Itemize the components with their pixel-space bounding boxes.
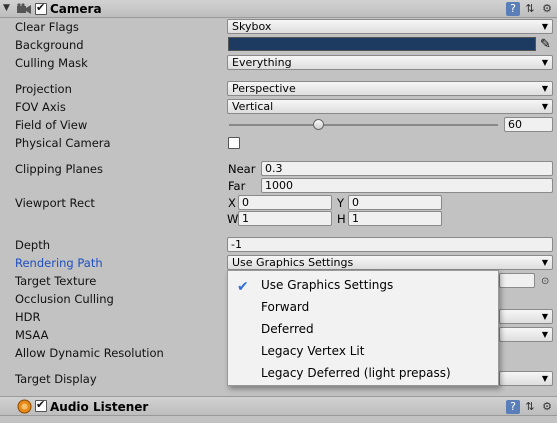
dropdown-arrow-icon: ▼ xyxy=(541,84,548,93)
menu-item-legacy-vertex-lit[interactable]: Legacy Vertex Lit xyxy=(261,344,364,358)
viewport-h-label: H xyxy=(337,212,346,226)
rendering-path-value: Use Graphics Settings xyxy=(232,256,354,269)
background-color-field[interactable] xyxy=(228,37,536,51)
rendering-path-menu: ✔ Use Graphics Settings Forward Deferred… xyxy=(227,270,499,386)
fov-axis-label: FOV Axis xyxy=(15,100,66,114)
field-of-view-slider-thumb[interactable] xyxy=(312,119,324,130)
hdr-label: HDR xyxy=(15,310,41,324)
menu-item-use-graphics-settings[interactable]: Use Graphics Settings xyxy=(261,278,393,292)
projection-value: Perspective xyxy=(232,82,296,95)
dropdown-arrow-icon: ▼ xyxy=(541,330,548,339)
occlusion-culling-label: Occlusion Culling xyxy=(15,292,114,306)
viewport-w-label: W xyxy=(227,212,239,226)
projection-dropdown[interactable]: Perspective ▼ xyxy=(227,81,553,96)
fov-axis-value: Vertical xyxy=(232,100,274,113)
help-book-icon[interactable]: ? xyxy=(506,400,520,414)
camera-title: Camera xyxy=(50,2,102,16)
dropdown-arrow-icon: ▼ xyxy=(541,258,548,267)
viewport-y-label: Y xyxy=(337,196,345,210)
target-display-dropdown[interactable]: ▼ xyxy=(499,371,553,386)
clear-flags-label: Clear Flags xyxy=(15,20,79,34)
camera-icon xyxy=(17,3,31,14)
gear-icon[interactable]: ⚙ xyxy=(540,400,554,414)
target-texture-field[interactable] xyxy=(499,273,535,288)
msaa-label: MSAA xyxy=(15,328,49,342)
viewport-y-input[interactable]: 0 xyxy=(348,195,442,210)
clear-flags-value: Skybox xyxy=(232,20,272,33)
dropdown-arrow-icon: ▼ xyxy=(541,102,548,111)
viewport-rect-label: Viewport Rect xyxy=(15,196,95,210)
field-of-view-input[interactable]: 60 xyxy=(504,117,553,132)
background-label: Background xyxy=(15,38,84,52)
hdr-dropdown[interactable]: ▼ xyxy=(499,309,553,324)
fold-arrow-icon[interactable]: ▼ xyxy=(3,3,10,13)
dropdown-arrow-icon: ▼ xyxy=(541,312,548,321)
menu-item-forward[interactable]: Forward xyxy=(261,300,309,314)
audio-listener-icon xyxy=(17,399,32,414)
presets-icon[interactable]: ⇅ xyxy=(523,2,537,16)
audio-listener-title: Audio Listener xyxy=(50,400,149,414)
culling-mask-label: Culling Mask xyxy=(15,56,88,70)
target-display-label: Target Display xyxy=(15,372,97,386)
clear-flags-dropdown[interactable]: Skybox ▼ xyxy=(227,19,553,34)
dropdown-arrow-icon: ▼ xyxy=(541,22,548,31)
camera-component-header[interactable]: ▼ Camera ? ⇅ ⚙ xyxy=(0,0,557,18)
allow-dynamic-resolution-label: Allow Dynamic Resolution xyxy=(15,346,164,360)
fov-axis-dropdown[interactable]: Vertical ▼ xyxy=(227,99,553,114)
projection-label: Projection xyxy=(15,82,72,96)
audio-listener-enabled-checkbox[interactable] xyxy=(35,398,47,412)
rendering-path-dropdown[interactable]: Use Graphics Settings ▼ xyxy=(227,255,553,270)
menu-item-deferred[interactable]: Deferred xyxy=(261,322,314,336)
physical-camera-label: Physical Camera xyxy=(15,136,111,150)
physical-camera-checkbox[interactable] xyxy=(228,137,240,149)
checkmark-icon: ✔ xyxy=(237,279,249,295)
clipping-planes-label: Clipping Planes xyxy=(15,162,103,176)
help-book-icon[interactable]: ? xyxy=(506,2,520,16)
far-label: Far xyxy=(228,179,246,193)
viewport-h-input[interactable]: 1 xyxy=(348,211,442,226)
near-input[interactable]: 0.3 xyxy=(261,161,553,176)
eyedropper-icon[interactable]: ✎ xyxy=(540,37,551,52)
gear-icon[interactable]: ⚙ xyxy=(540,2,554,16)
far-input[interactable]: 1000 xyxy=(261,178,553,193)
viewport-x-label: X xyxy=(228,196,236,210)
viewport-w-input[interactable]: 1 xyxy=(238,211,332,226)
dropdown-arrow-icon: ▼ xyxy=(541,58,548,67)
menu-item-legacy-deferred[interactable]: Legacy Deferred (light prepass) xyxy=(261,366,451,380)
culling-mask-value: Everything xyxy=(232,56,292,69)
camera-enabled-checkbox[interactable] xyxy=(35,1,47,15)
target-texture-label: Target Texture xyxy=(15,274,97,288)
field-of-view-slider-track[interactable] xyxy=(229,124,498,126)
field-of-view-label: Field of View xyxy=(15,118,88,132)
culling-mask-dropdown[interactable]: Everything ▼ xyxy=(227,55,553,70)
depth-input[interactable]: -1 xyxy=(227,237,553,252)
audio-listener-component-header[interactable]: Audio Listener ? ⇅ ⚙ xyxy=(0,396,557,416)
near-label: Near xyxy=(228,162,256,176)
viewport-x-input[interactable]: 0 xyxy=(238,195,332,210)
msaa-dropdown[interactable]: ▼ xyxy=(499,327,553,342)
object-picker-icon[interactable]: ⊙ xyxy=(541,276,549,287)
presets-icon[interactable]: ⇅ xyxy=(523,400,537,414)
dropdown-arrow-icon: ▼ xyxy=(541,374,548,383)
rendering-path-label: Rendering Path xyxy=(15,256,103,270)
depth-label: Depth xyxy=(15,238,51,252)
